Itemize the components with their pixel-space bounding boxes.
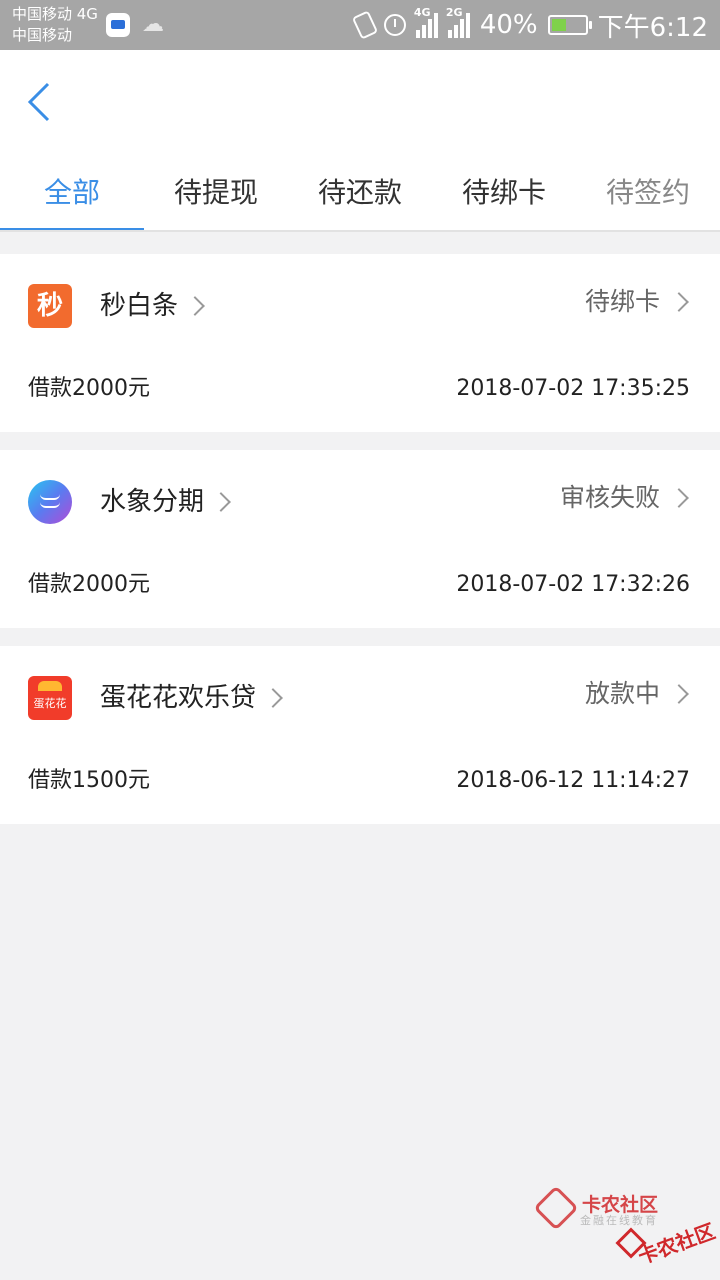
status-link[interactable]: 待绑卡 — [585, 282, 690, 322]
network-type-label: 4G — [413, 6, 431, 19]
product-name: 水象分期 — [100, 487, 205, 517]
back-button[interactable] — [20, 78, 60, 126]
chevron-right-icon — [669, 684, 689, 704]
tab-pending-bind-card[interactable]: 待绑卡 — [432, 150, 576, 230]
chevron-left-icon — [27, 82, 50, 122]
chevron-right-icon — [669, 488, 689, 508]
loan-amount: 借款2000元 — [28, 376, 150, 401]
loan-status: 待绑卡 — [584, 287, 660, 316]
chevron-right-icon — [185, 296, 205, 316]
loan-amount: 借款1500元 — [28, 768, 150, 793]
tab-pending-withdraw[interactable]: 待提现 — [144, 150, 288, 230]
alarm-icon — [383, 14, 406, 36]
status-icons: 4G 2G 40% 下午6:12 — [351, 6, 708, 44]
tab-all[interactable]: 全部 — [0, 150, 144, 230]
tab-bar: 全部 待提现 待还款 待绑卡 待签约 — [0, 150, 720, 232]
product-name: 秒白条 — [100, 291, 179, 321]
danhuahua-logo: 蛋花花 — [28, 676, 72, 720]
tab-pending-sign[interactable]: 待签约 — [576, 150, 720, 230]
miaobaitiao-logo: 秒 — [28, 284, 72, 328]
clock: 下午6:12 — [597, 12, 708, 43]
status-bar: 中国移动 4G 中国移动 ☁ 4G 2G 40% 下午6:12 — [0, 0, 720, 50]
loan-time: 2018-06-12 11:14:27 — [456, 768, 690, 793]
wallet-notification-icon — [106, 13, 130, 37]
shuixiang-logo — [28, 480, 72, 524]
loan-status: 审核失败 — [559, 483, 660, 512]
cloud-icon: ☁ — [142, 12, 164, 37]
chevron-right-icon — [669, 292, 689, 312]
product-name: 蛋花花欢乐贷 — [100, 683, 257, 713]
chevron-right-icon — [263, 688, 283, 708]
loan-card[interactable]: 蛋花花 蛋花花欢乐贷 放款中 借款1500元 2018-06-12 11:14:… — [0, 646, 720, 824]
carrier-label: 中国移动 4G — [12, 5, 98, 23]
watermark: 卡农社区 金融在线教育 卡农社区 — [533, 1185, 720, 1278]
status-link[interactable]: 放款中 — [585, 674, 690, 714]
product-name-link[interactable]: 水象分期 — [100, 482, 232, 522]
signal-icon-sim2: 2G — [446, 6, 470, 38]
signal-icon-sim1: 4G — [414, 6, 438, 38]
network-type-label: 2G — [445, 6, 463, 19]
carrier-label-secondary: 中国移动 — [12, 26, 73, 44]
chevron-right-icon — [211, 492, 231, 512]
kanong-logo-icon — [533, 1185, 579, 1231]
loan-time: 2018-07-02 17:32:26 — [456, 572, 690, 597]
vibrate-icon — [351, 10, 379, 40]
tab-pending-repay[interactable]: 待还款 — [288, 150, 432, 230]
battery-charging-icon — [547, 15, 592, 35]
loan-status: 放款中 — [584, 679, 660, 708]
loan-card[interactable]: 水象分期 审核失败 借款2000元 2018-07-02 17:32:26 — [0, 450, 720, 628]
loan-card[interactable]: 秒 秒白条 待绑卡 借款2000元 2018-07-02 17:35:25 — [0, 254, 720, 432]
loan-time: 2018-07-02 17:35:25 — [456, 376, 690, 401]
battery-percent: 40% — [479, 10, 538, 40]
watermark-subtitle: 金融在线教育 — [580, 1214, 658, 1227]
loan-amount: 借款2000元 — [28, 572, 150, 597]
product-name-link[interactable]: 蛋花花欢乐贷 — [100, 678, 284, 718]
product-name-link[interactable]: 秒白条 — [100, 286, 206, 326]
app-header — [0, 50, 720, 150]
status-link[interactable]: 审核失败 — [560, 478, 690, 518]
